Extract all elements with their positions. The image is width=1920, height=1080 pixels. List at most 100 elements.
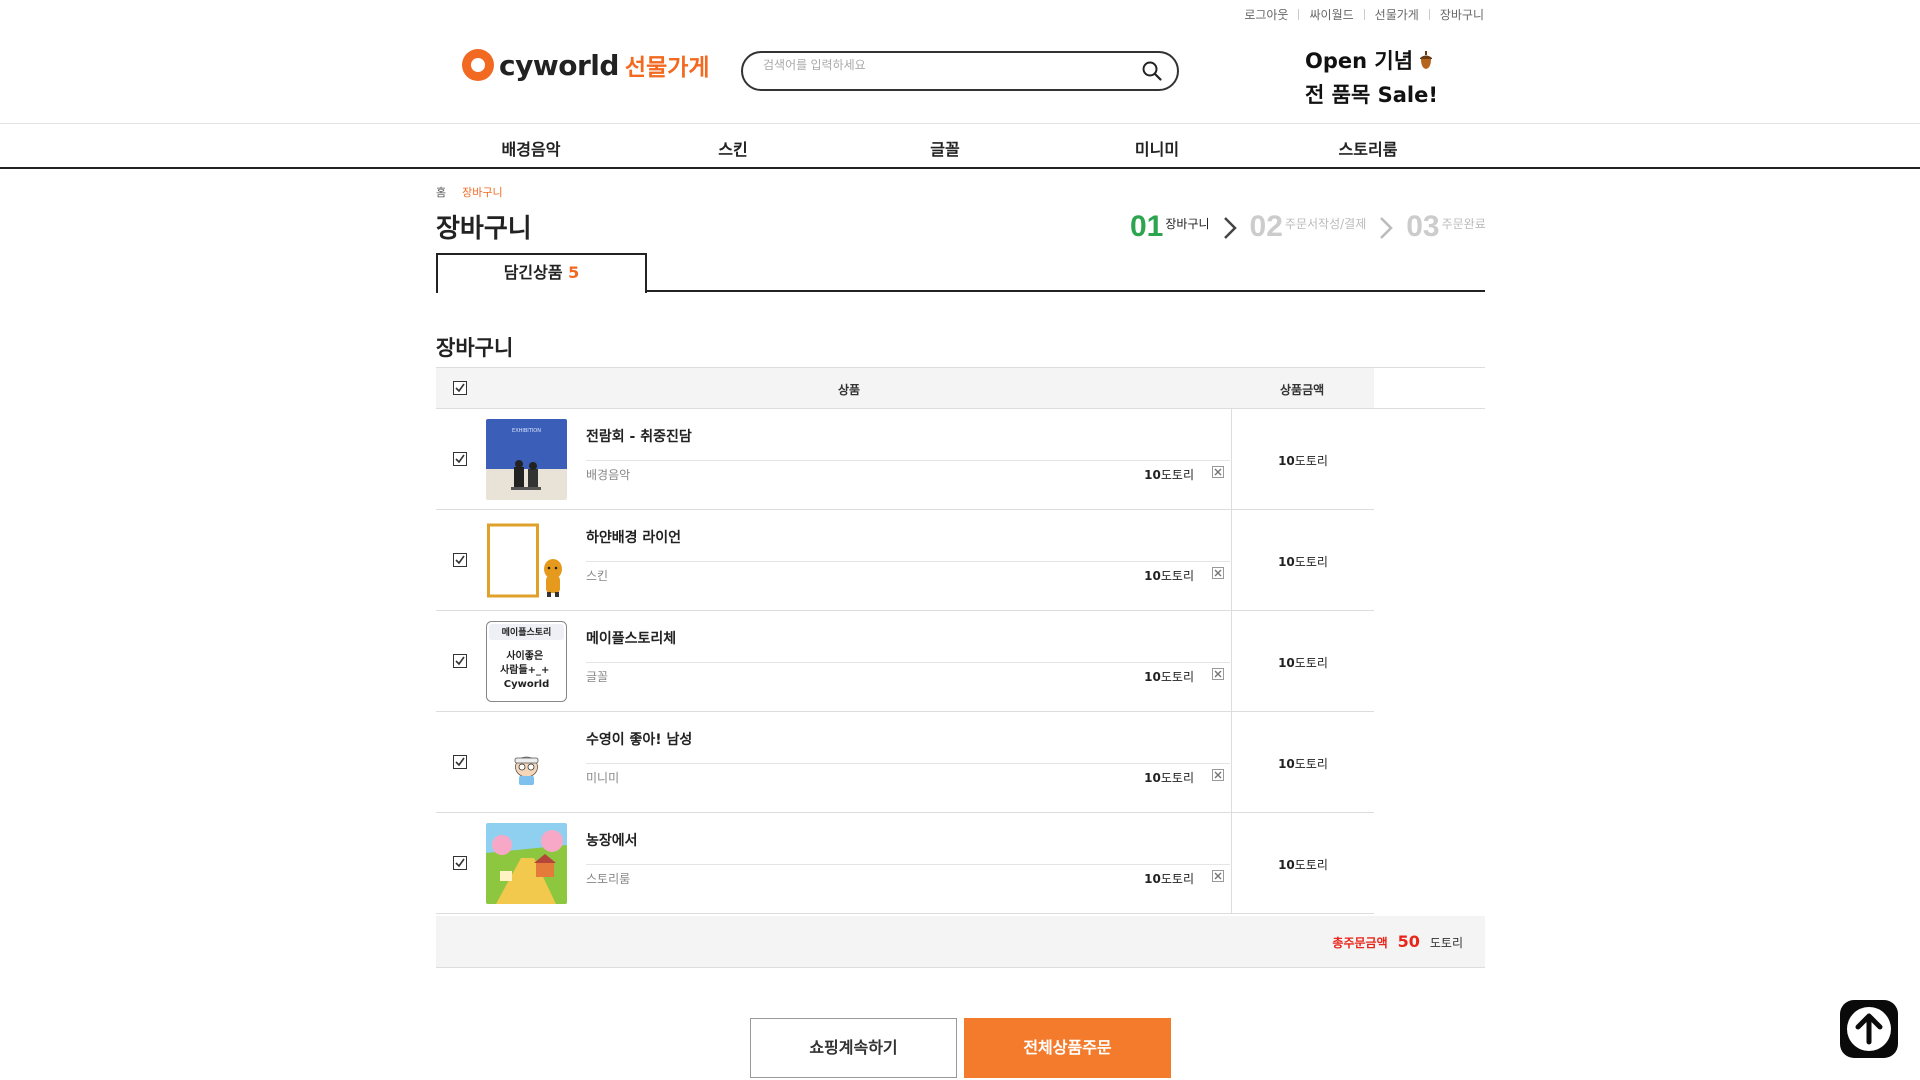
tab-cart-items[interactable]: 담긴상품 5 (436, 253, 647, 293)
storyroom-thumbnail[interactable] (486, 823, 567, 904)
minimi-thumbnail[interactable] (486, 722, 567, 803)
breadcrumb: 홈 장바구니 (436, 184, 503, 200)
item-checkbox[interactable] (453, 755, 467, 769)
tab-label: 담긴상품 (503, 263, 563, 282)
divider (1298, 9, 1300, 20)
utility-links: 로그아웃 싸이월드 선물가게 장바구니 (1244, 6, 1484, 23)
item-name[interactable]: 전람회 - 취중진담 (586, 426, 692, 446)
price-unit: 도토리 (1160, 771, 1194, 785)
order-total: 총주문금액 50 도토리 (1332, 932, 1463, 951)
item-checkbox[interactable] (453, 452, 467, 466)
order-steps: 01 장바구니 02 주문서작성/결제 03 주문완료 (1130, 210, 1486, 244)
search-box (741, 51, 1179, 91)
nav-item-storyroom[interactable]: 스토리룸 (1339, 136, 1398, 160)
delete-icon[interactable] (1212, 466, 1224, 478)
step-checkout: 02 주문서작성/결제 (1250, 210, 1367, 244)
breadcrumb-home[interactable]: 홈 (436, 184, 446, 200)
nav-item-skin[interactable]: 스킨 (718, 136, 747, 160)
divider (586, 662, 1230, 663)
step-cart: 01 장바구니 (1130, 210, 1210, 244)
site-logo[interactable]: cyworld 선물가게 (462, 48, 710, 82)
chevron-right-icon (1223, 217, 1237, 239)
logout-link[interactable]: 로그아웃 (1244, 6, 1288, 23)
divider (586, 561, 1230, 562)
font-sample-line: 사람들+_+ (500, 663, 549, 676)
total-unit: 도토리 (1294, 656, 1328, 670)
item-price: 10도토리 (1144, 769, 1194, 786)
step-number: 02 (1249, 210, 1283, 243)
search-icon[interactable] (1141, 60, 1163, 82)
breadcrumb-current: 장바구니 (462, 186, 503, 199)
promo-banner[interactable]: Open 기념 전 품목 Sale! (1305, 44, 1438, 112)
total-unit: 도토리 (1294, 757, 1328, 771)
item-total: 10도토리 (1232, 654, 1374, 671)
total-unit: 도토리 (1429, 936, 1463, 950)
item-category: 배경음악 (586, 468, 631, 482)
album-thumbnail[interactable]: EXHIBITION (486, 419, 567, 500)
gift-shop-link[interactable]: 선물가게 (1375, 6, 1419, 23)
divider (586, 763, 1230, 764)
skin-thumbnail[interactable] (486, 520, 567, 601)
step-label: 주문서작성/결제 (1284, 217, 1367, 231)
price-unit: 도토리 (1160, 872, 1194, 886)
price-value: 10 (1144, 670, 1161, 684)
promo-line-1: Open 기념 (1305, 49, 1414, 73)
divider (586, 864, 1230, 865)
delete-icon[interactable] (1212, 668, 1224, 680)
cart-link[interactable]: 장바구니 (1440, 6, 1484, 23)
search-input[interactable] (763, 56, 1123, 74)
item-checkbox[interactable] (453, 654, 467, 668)
font-sample-line: Cyworld (504, 679, 549, 690)
total-unit: 도토리 (1294, 454, 1328, 468)
main-nav: 배경음악 스킨 글꼴 미니미 스토리룸 (0, 123, 1920, 169)
item-checkbox[interactable] (453, 553, 467, 567)
item-name[interactable]: 농장에서 (586, 830, 638, 850)
chevron-right-icon (1380, 217, 1394, 239)
cyworld-link[interactable]: 싸이월드 (1309, 6, 1353, 23)
step-number: 01 (1130, 210, 1164, 243)
order-all-button[interactable]: 전체상품주문 (964, 1018, 1171, 1078)
item-category: 글꼴 (586, 670, 609, 684)
nav-item-bgm[interactable]: 배경음악 (502, 136, 561, 160)
price-value: 10 (1144, 468, 1161, 482)
price-value: 10 (1144, 569, 1161, 583)
tab-count: 5 (568, 263, 580, 282)
item-total: 10도토리 (1232, 856, 1374, 873)
price-value: 10 (1144, 771, 1161, 785)
divider (1363, 9, 1365, 20)
order-summary: 총주문금액 50 도토리 (436, 916, 1485, 968)
item-checkbox[interactable] (453, 856, 467, 870)
total-label: 총주문금액 (1332, 936, 1388, 950)
item-price: 10도토리 (1144, 668, 1194, 685)
price-unit: 도토리 (1160, 569, 1194, 583)
font-sample-line: 사이좋은 (506, 649, 543, 662)
delete-icon[interactable] (1212, 769, 1224, 781)
logo-subtitle: 선물가게 (624, 55, 710, 81)
item-name[interactable]: 하얀배경 라이언 (586, 527, 681, 547)
acorn-icon (1420, 51, 1433, 69)
promo-line-2: 전 품목 Sale! (1305, 83, 1438, 107)
continue-shopping-button[interactable]: 쇼핑계속하기 (750, 1018, 957, 1078)
item-name[interactable]: 메이플스토리체 (586, 628, 676, 648)
total-value: 10 (1278, 454, 1295, 468)
select-all-checkbox[interactable] (453, 381, 467, 395)
total-value: 10 (1278, 757, 1295, 771)
nav-item-font[interactable]: 글꼴 (930, 136, 959, 160)
divider (586, 460, 1230, 461)
nav-item-minimi[interactable]: 미니미 (1135, 136, 1179, 160)
arrow-up-icon (1847, 1007, 1891, 1051)
delete-icon[interactable] (1212, 567, 1224, 579)
total-amount: 50 (1397, 932, 1420, 951)
item-category: 미니미 (586, 771, 620, 785)
header-background (436, 368, 1374, 408)
price-value: 10 (1144, 872, 1161, 886)
total-value: 10 (1278, 555, 1295, 569)
font-thumbnail[interactable]: 메이플스토리 사이좋은 사람들+_+ Cyworld (486, 621, 567, 702)
price-unit: 도토리 (1160, 468, 1194, 482)
table-header: 상품 상품금액 (436, 367, 1485, 409)
step-number: 03 (1406, 210, 1440, 243)
scroll-top-button[interactable] (1840, 1000, 1898, 1058)
item-name[interactable]: 수영이 좋아! 남성 (586, 729, 692, 749)
delete-icon[interactable] (1212, 870, 1224, 882)
header-amount: 상품금액 (1280, 383, 1325, 397)
